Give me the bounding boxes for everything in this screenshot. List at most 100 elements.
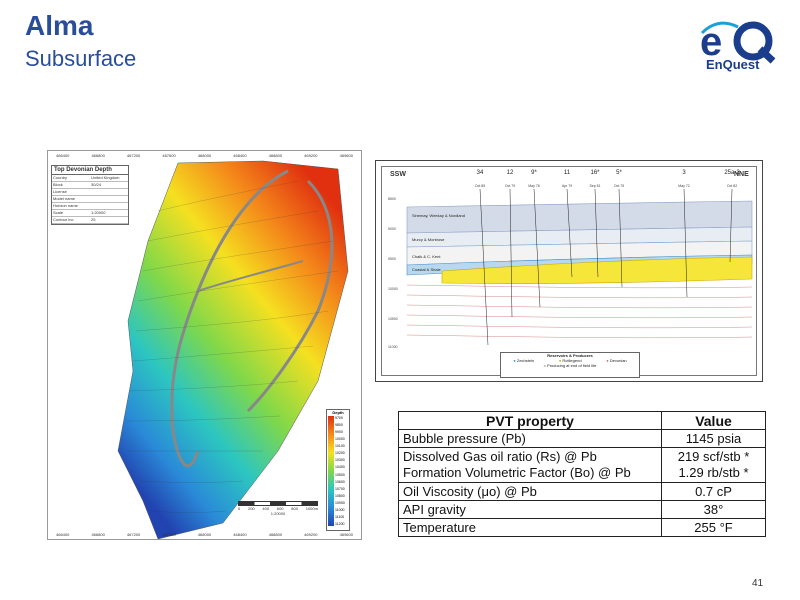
well-date: Oct 79 xyxy=(504,184,516,188)
value-cell: 38° xyxy=(661,500,766,519)
depth-values: 9700 9800 9900 10000 10100 10200 10300 1… xyxy=(334,416,348,526)
depth-label: 8500 xyxy=(388,197,396,201)
info-value: United Kingdom xyxy=(91,175,120,180)
depth-value: 9700 xyxy=(335,416,343,420)
map-scale-bar: 0 200 400 600 800 1000m 1:20000 xyxy=(238,501,318,516)
value-cell: 219 scf/stb * xyxy=(677,449,750,464)
map-title: Top Devonian Depth xyxy=(52,166,128,175)
info-label: Model name xyxy=(53,196,76,201)
well-date: Sep 81 xyxy=(589,184,601,188)
map-tick: 466400 xyxy=(56,532,70,537)
scale-value: 0 xyxy=(238,506,241,511)
well-label: 5* xyxy=(616,170,622,176)
well-label: 16* xyxy=(590,170,600,176)
well-date: Oct 85 xyxy=(474,184,486,188)
map-info-row: Block 30/24 xyxy=(52,182,128,189)
cross-section-left-label: SSW xyxy=(390,171,406,178)
well-label: 25a-2 xyxy=(724,170,740,176)
depth-value: 10000 xyxy=(335,437,345,442)
map-tick: 468400 xyxy=(233,532,247,537)
value-cell: 1145 psia xyxy=(661,429,766,448)
map-info-row: License xyxy=(52,189,128,196)
well-date: Apr 79 xyxy=(561,184,573,188)
cross-section-frame: SSW NNE 34 12 9* 11 16* 5* 3 25a-2 Oct 8… xyxy=(381,166,757,378)
well-label: 9* xyxy=(531,170,537,176)
legend-text: Devonian xyxy=(609,358,627,363)
dot-icon: ● xyxy=(606,358,609,363)
info-label: Country xyxy=(53,175,68,180)
depth-value: 10500 xyxy=(335,472,345,477)
header-property: PVT property xyxy=(398,411,662,430)
legend-item-zechstein: ● Zechstein xyxy=(513,358,534,363)
cross-section-legend: Reservoirs & Producers ● Zechstein ● Rot… xyxy=(500,352,640,378)
depth-value: 11000 xyxy=(335,507,345,512)
value-cell-group: 219 scf/stb * 1.29 rb/stb * xyxy=(661,447,766,483)
formation-label: Sinemay, Weekay & Nordland xyxy=(412,213,465,218)
dot-icon: ● xyxy=(513,358,516,363)
pvt-property-table: PVT property Value Bubble pressure (Pb) … xyxy=(398,411,766,537)
geological-cross-section: SSW NNE 34 12 9* 11 16* 5* 3 25a-2 Oct 8… xyxy=(375,160,763,382)
map-info-row: Country United Kingdom xyxy=(52,175,128,182)
property-cell: Temperature xyxy=(398,518,662,537)
value-cell: 1.29 rb/stb * xyxy=(678,465,749,480)
table-row: API gravity 38° xyxy=(398,500,766,519)
info-label: License xyxy=(53,189,67,194)
well-date: May 76 xyxy=(528,184,540,188)
depth-value: 10600 xyxy=(335,479,345,484)
top-devonian-depth-map: 466400 466800 467200 467600 468000 46840… xyxy=(47,150,362,540)
map-tick: 469600 xyxy=(339,532,353,537)
map-tick: 468000 xyxy=(197,532,212,537)
info-label: Block xyxy=(53,182,63,187)
depth-label: 11000 xyxy=(388,345,398,349)
property-cell: API gravity xyxy=(398,500,662,519)
depth-value: 10700 xyxy=(335,486,345,491)
scale-value: 1000m xyxy=(305,506,318,511)
info-label: Contour inc xyxy=(53,217,74,222)
info-value: 30/24 xyxy=(91,182,102,187)
well-label: 11 xyxy=(563,170,571,176)
depth-value: 10800 xyxy=(335,493,345,498)
map-info-row: Contour inc 25 xyxy=(52,217,128,224)
well-label: 3 xyxy=(682,170,686,176)
property-cell-group: Dissolved Gas oil ratio (Rs) @ Pb Format… xyxy=(398,447,662,483)
map-info-box: Top Devonian Depth Country United Kingdom… xyxy=(51,165,129,225)
property-cell: Bubble pressure (Pb) xyxy=(398,429,662,448)
value-cell: 0.7 cP xyxy=(661,482,766,501)
depth-value: 11200 xyxy=(335,521,345,526)
page-number: 41 xyxy=(752,578,764,589)
logo-wordmark: EnQuest xyxy=(706,57,760,72)
depth-value: 10400 xyxy=(335,465,345,470)
map-info-row: Model name xyxy=(52,196,128,203)
map-tick: 467200 xyxy=(126,532,141,537)
well-date: Oct 82 xyxy=(726,184,738,188)
depth-value: 11100 xyxy=(335,514,345,519)
scale-value: 200 xyxy=(247,506,255,511)
well-label: 12 xyxy=(506,170,514,176)
depth-value: 10900 xyxy=(335,500,345,505)
map-tick: 469200 xyxy=(304,532,318,537)
depth-label: 10000 xyxy=(388,287,398,291)
property-cell: Dissolved Gas oil ratio (Rs) @ Pb xyxy=(403,449,597,464)
depth-value: 10200 xyxy=(335,451,345,456)
property-cell: Formation Volumetric Factor (Bo) @ Pb xyxy=(403,465,631,480)
info-value: 25 xyxy=(91,217,96,222)
info-value xyxy=(90,196,128,202)
map-tick: 468800 xyxy=(268,532,283,537)
depth-value: 10100 xyxy=(335,444,345,449)
info-value xyxy=(90,203,128,209)
table-row: Dissolved Gas oil ratio (Rs) @ Pb Format… xyxy=(398,447,766,483)
depth-value: 10300 xyxy=(335,458,345,463)
map-info-row: Horizon name xyxy=(52,203,128,210)
property-cell: Oil Viscosity (μo) @ Pb xyxy=(398,482,662,501)
map-bottom-ticks: 466400 466800 467200 467600 468000 46840… xyxy=(56,532,353,537)
depth-value: 9900 xyxy=(335,430,343,435)
table-row: Oil Viscosity (μo) @ Pb 0.7 cP xyxy=(398,482,766,501)
formation-label: Murcy & Montrose xyxy=(412,237,445,242)
formation-label: Coastal & Shale xyxy=(412,267,441,272)
depth-color-scale: Depth 9700 9800 9900 10000 10100 10200 1… xyxy=(326,409,350,531)
info-label: Horizon name xyxy=(53,203,78,208)
info-value: 1:20000 xyxy=(91,210,106,215)
map-tick: 466800 xyxy=(91,532,105,537)
info-value xyxy=(90,189,128,195)
header-value: Value xyxy=(661,411,766,430)
